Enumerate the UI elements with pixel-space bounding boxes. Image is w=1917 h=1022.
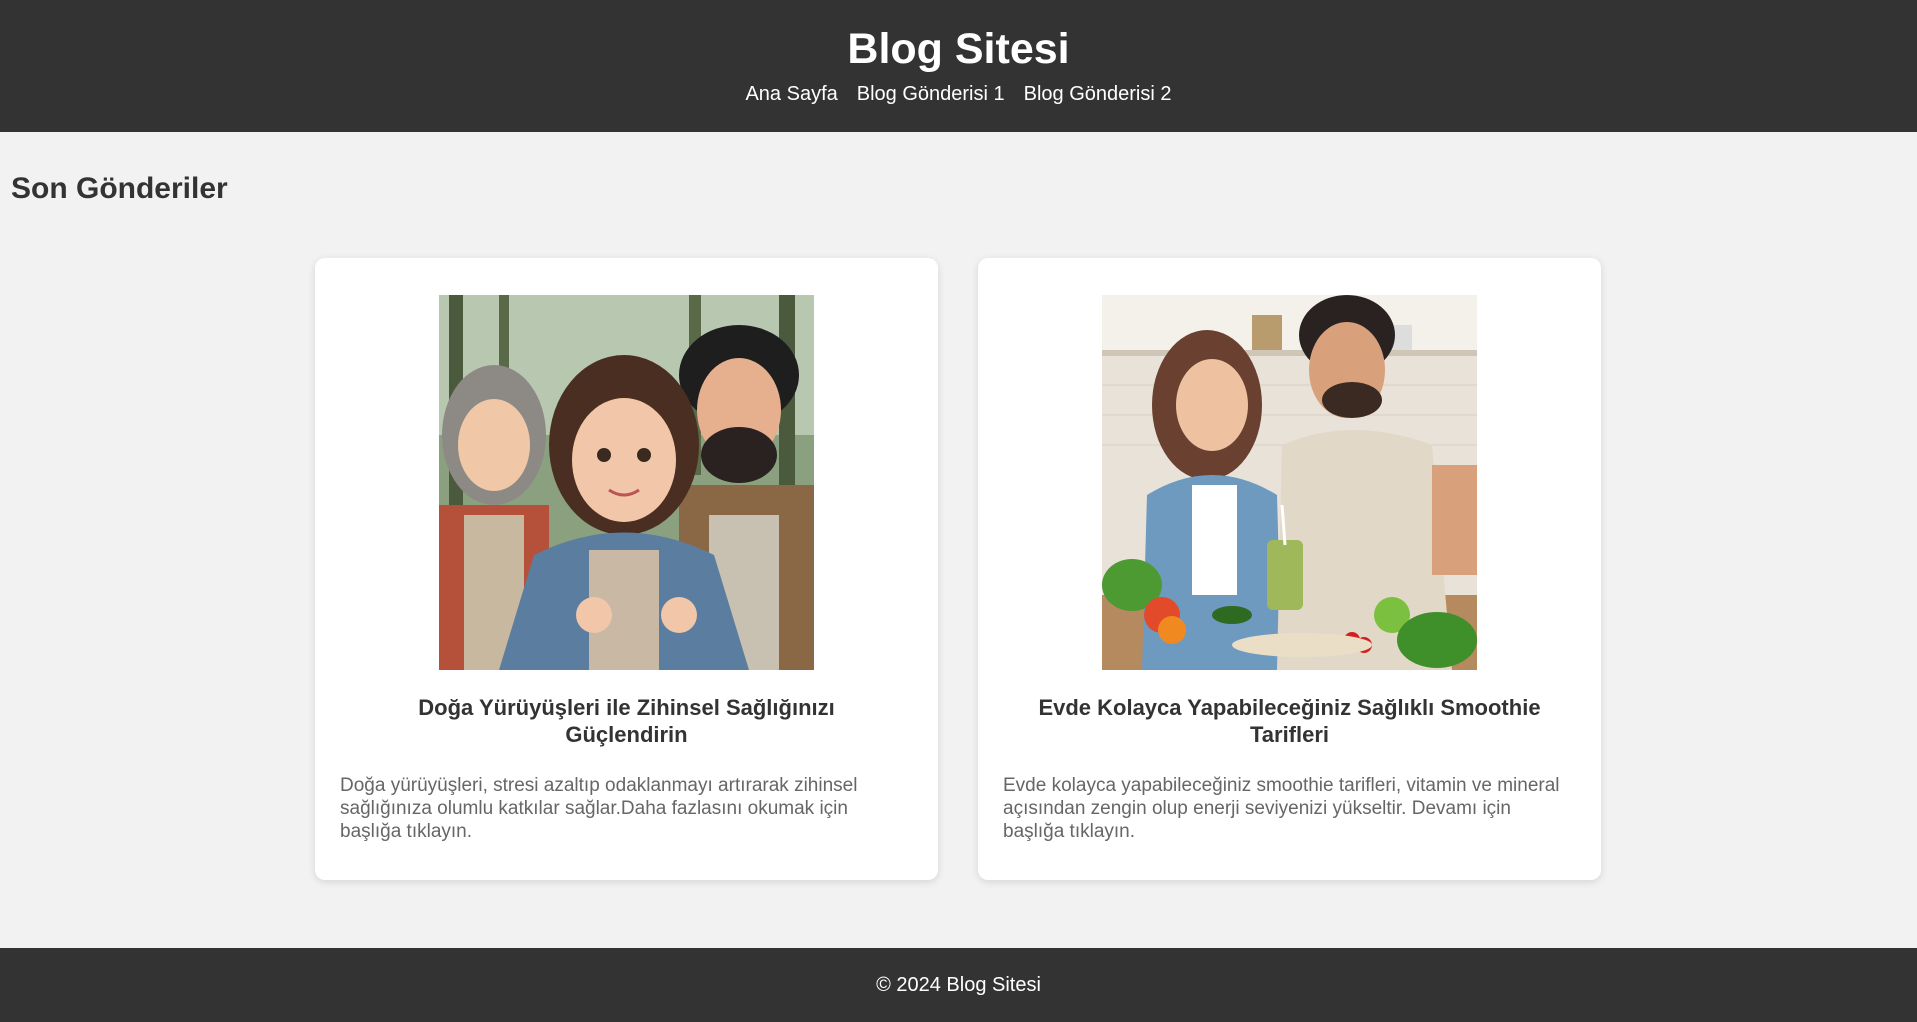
footer-copyright: © 2024 Blog Sitesi (876, 974, 1041, 996)
nav-link-post-2[interactable]: Blog Gönderisi 2 (1024, 82, 1172, 106)
post-image (1102, 295, 1477, 670)
post-title-link[interactable]: Evde Kolayca Yapabileceğiniz Sağlıklı Sm… (1018, 694, 1561, 748)
section-title: Son Gönderiler (11, 172, 228, 205)
site-title: Blog Sitesi (847, 25, 1070, 73)
post-excerpt: Doğa yürüyüşleri, stresi azaltıp odaklan… (340, 775, 858, 842)
post-image (439, 295, 814, 670)
post-card: Doğa Yürüyüşleri ile Zihinsel Sağlığınız… (315, 258, 938, 880)
hikers-illustration (439, 295, 814, 670)
post-excerpt: Evde kolayca yapabileceğiniz smoothie ta… (1003, 775, 1560, 842)
main-nav: Ana Sayfa Blog Gönderisi 1 Blog Gönderis… (0, 82, 1917, 106)
nav-link-post-1[interactable]: Blog Gönderisi 1 (857, 82, 1005, 106)
post-title-link[interactable]: Doğa Yürüyüşleri ile Zihinsel Sağlığınız… (355, 694, 898, 748)
post-card: Evde Kolayca Yapabileceğiniz Sağlıklı Sm… (978, 258, 1601, 880)
nav-link-home[interactable]: Ana Sayfa (745, 82, 837, 106)
site-footer: © 2024 Blog Sitesi (0, 948, 1917, 1022)
site-header: Blog Sitesi Ana Sayfa Blog Gönderisi 1 B… (0, 0, 1917, 132)
smoothie-photo (1102, 295, 1477, 670)
